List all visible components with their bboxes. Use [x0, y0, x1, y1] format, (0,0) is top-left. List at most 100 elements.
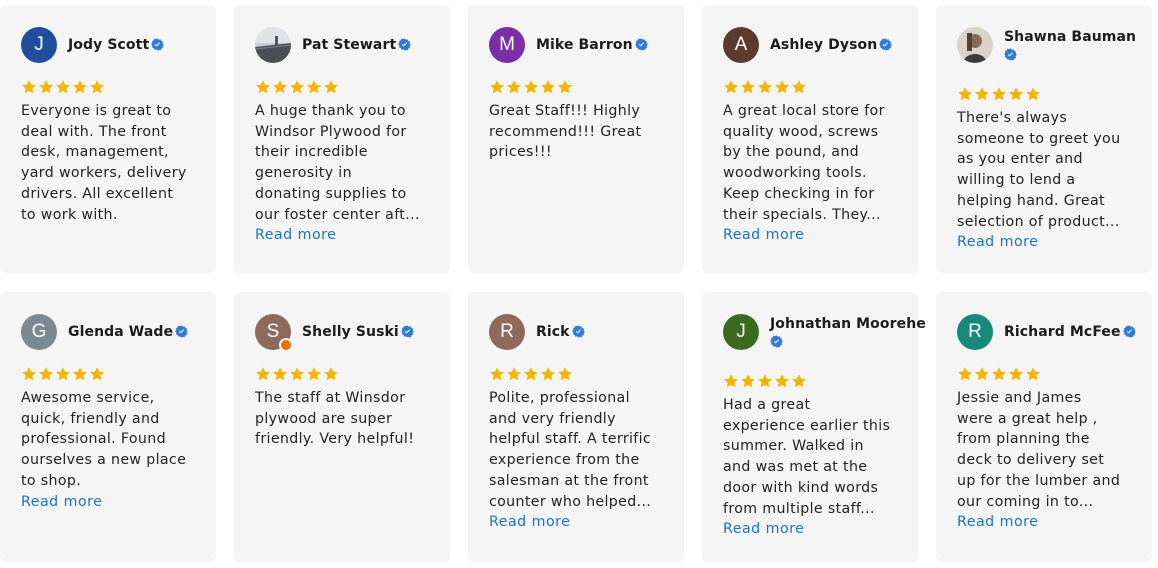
avatar-initial: R — [500, 321, 514, 342]
reviewer-name-wrap: Ashley Dyson — [770, 36, 893, 55]
verified-icon — [633, 36, 648, 55]
reviewer-name[interactable]: Jody Scott — [68, 37, 149, 53]
star-rating — [21, 366, 105, 386]
reviewer-name[interactable]: Shelly Suski — [302, 324, 399, 340]
star-rating — [489, 366, 573, 386]
reviewer-name[interactable]: Rick — [536, 324, 570, 340]
review-text: Great Staff!!! Highly recommend!!! Great p… — [489, 101, 671, 163]
read-more-link[interactable]: Read more — [957, 232, 1139, 253]
star-icon — [557, 79, 573, 99]
reviewer-name[interactable]: Glenda Wade — [68, 324, 173, 340]
read-more-link[interactable]: Read more — [957, 512, 1139, 533]
review-text-line: door with kind words — [723, 479, 879, 496]
star-icon — [723, 373, 739, 393]
review-text: Everyone is great to deal with. The front… — [21, 101, 203, 225]
star-icon — [72, 79, 88, 99]
star-rating — [723, 79, 807, 99]
star-icon — [957, 366, 973, 386]
review-text-line: donating supplies to — [255, 185, 407, 202]
review-text-line: drivers. All excellent — [21, 185, 174, 202]
review-text: Awesome service, quick, friendly and profe… — [21, 388, 203, 512]
verified-icon — [770, 332, 922, 348]
review-text: A great local store for quality wood, scr… — [723, 101, 905, 246]
review-text-line: Great Staff!!! Highly — [489, 103, 641, 119]
reviewer-name[interactable]: Pat Stewart — [302, 37, 396, 53]
read-more-link[interactable]: Read more — [255, 225, 437, 246]
avatar: G — [21, 314, 57, 350]
review-card: J Jody Scott Everyone is great to deal with… — [0, 5, 216, 273]
avatar-initial: G — [31, 321, 47, 342]
star-icon — [506, 366, 522, 386]
reviewer-name[interactable]: Johnathan Moorehe — [770, 316, 926, 332]
read-more-link[interactable]: Read more — [723, 225, 905, 246]
review-text-line: someone to greet you — [957, 130, 1121, 147]
avatar: R — [957, 314, 993, 350]
read-more-link[interactable]: Read more — [723, 519, 905, 540]
reviewer-name[interactable]: Ashley Dyson — [770, 37, 877, 53]
star-rating — [21, 79, 105, 99]
star-icon — [272, 79, 288, 99]
review-text-line: recommend!!! Great — [489, 123, 642, 140]
star-icon — [540, 366, 556, 386]
star-icon — [489, 79, 505, 99]
avatar: J — [21, 27, 57, 63]
review-text-line: ourselves a new place — [21, 452, 187, 469]
star-icon — [774, 79, 790, 99]
review-text-line: to work with. — [21, 206, 118, 223]
review-card: A Ashley Dyson A great local store for qual… — [702, 5, 918, 273]
review-text-line: There's always — [957, 110, 1068, 126]
review-text: The staff at Winsdor plywood are super fri… — [255, 388, 437, 450]
reviewer-name-wrap: Richard McFee — [1004, 323, 1136, 342]
review-text-line: Windsor Plywood for — [255, 123, 407, 140]
reviewer-name[interactable]: Shawna Bauman — [1004, 29, 1136, 45]
review-card: R Richard McFee Jessie and James were a gre… — [936, 292, 1152, 562]
star-icon — [289, 79, 305, 99]
review-header: Shawna Bauman — [957, 27, 1146, 63]
verified-icon — [1004, 45, 1146, 61]
reviewer-name[interactable]: Mike Barron — [536, 37, 633, 53]
star-icon — [255, 79, 271, 99]
star-icon — [489, 366, 505, 386]
review-text-line: Everyone is great to — [21, 103, 172, 119]
star-icon — [89, 79, 105, 99]
avatar: S — [255, 314, 293, 352]
star-rating — [957, 86, 1041, 106]
star-rating — [255, 366, 339, 386]
star-rating — [723, 373, 807, 393]
review-header: J Johnathan Moorehe — [723, 314, 926, 350]
star-icon — [72, 366, 88, 386]
avatar-initial: A — [734, 34, 748, 55]
review-text-line: yard workers, delivery — [21, 165, 187, 182]
review-text: There's always someone to greet you as you… — [957, 108, 1139, 253]
star-icon — [55, 79, 71, 99]
review-card: S Shelly Suski The staff at Winsdor plywood… — [234, 292, 450, 562]
read-more-link[interactable]: Read more — [21, 492, 203, 513]
star-icon — [21, 79, 37, 99]
review-text: Had a great experience earlier this summer… — [723, 395, 905, 540]
review-text-line: quick, friendly and — [21, 410, 160, 427]
review-header: R Richard McFee — [957, 314, 1146, 350]
star-rating — [489, 79, 573, 99]
review-text-line: up for the lumber and — [957, 472, 1121, 489]
review-card: R Rick Polite, professional and very friend… — [468, 292, 684, 562]
review-text-line: desk, management, — [21, 144, 169, 161]
star-icon — [991, 86, 1007, 106]
review-header: J Jody Scott — [21, 27, 210, 63]
review-header: A Ashley Dyson — [723, 27, 912, 63]
read-more-link[interactable]: Read more — [489, 512, 671, 533]
reviewer-name[interactable]: Richard McFee — [1004, 324, 1121, 340]
star-icon — [38, 366, 54, 386]
star-icon — [740, 79, 756, 99]
star-rating — [255, 79, 339, 99]
review-text-line: helping hand. Great — [957, 192, 1105, 209]
avatar — [957, 27, 993, 63]
review-header: M Mike Barron — [489, 27, 678, 63]
review-card: J Johnathan Moorehe Had a great experience … — [702, 292, 926, 562]
verified-icon — [396, 36, 412, 55]
review-text-line: as you enter and — [957, 151, 1083, 168]
review-card: Pat Stewart A huge thank you to Windsor Pl… — [234, 5, 450, 273]
review-text-line: experience earlier this — [723, 417, 891, 434]
review-text-line: were a great help , — [957, 410, 1098, 427]
star-icon — [523, 79, 539, 99]
star-icon — [21, 366, 37, 386]
